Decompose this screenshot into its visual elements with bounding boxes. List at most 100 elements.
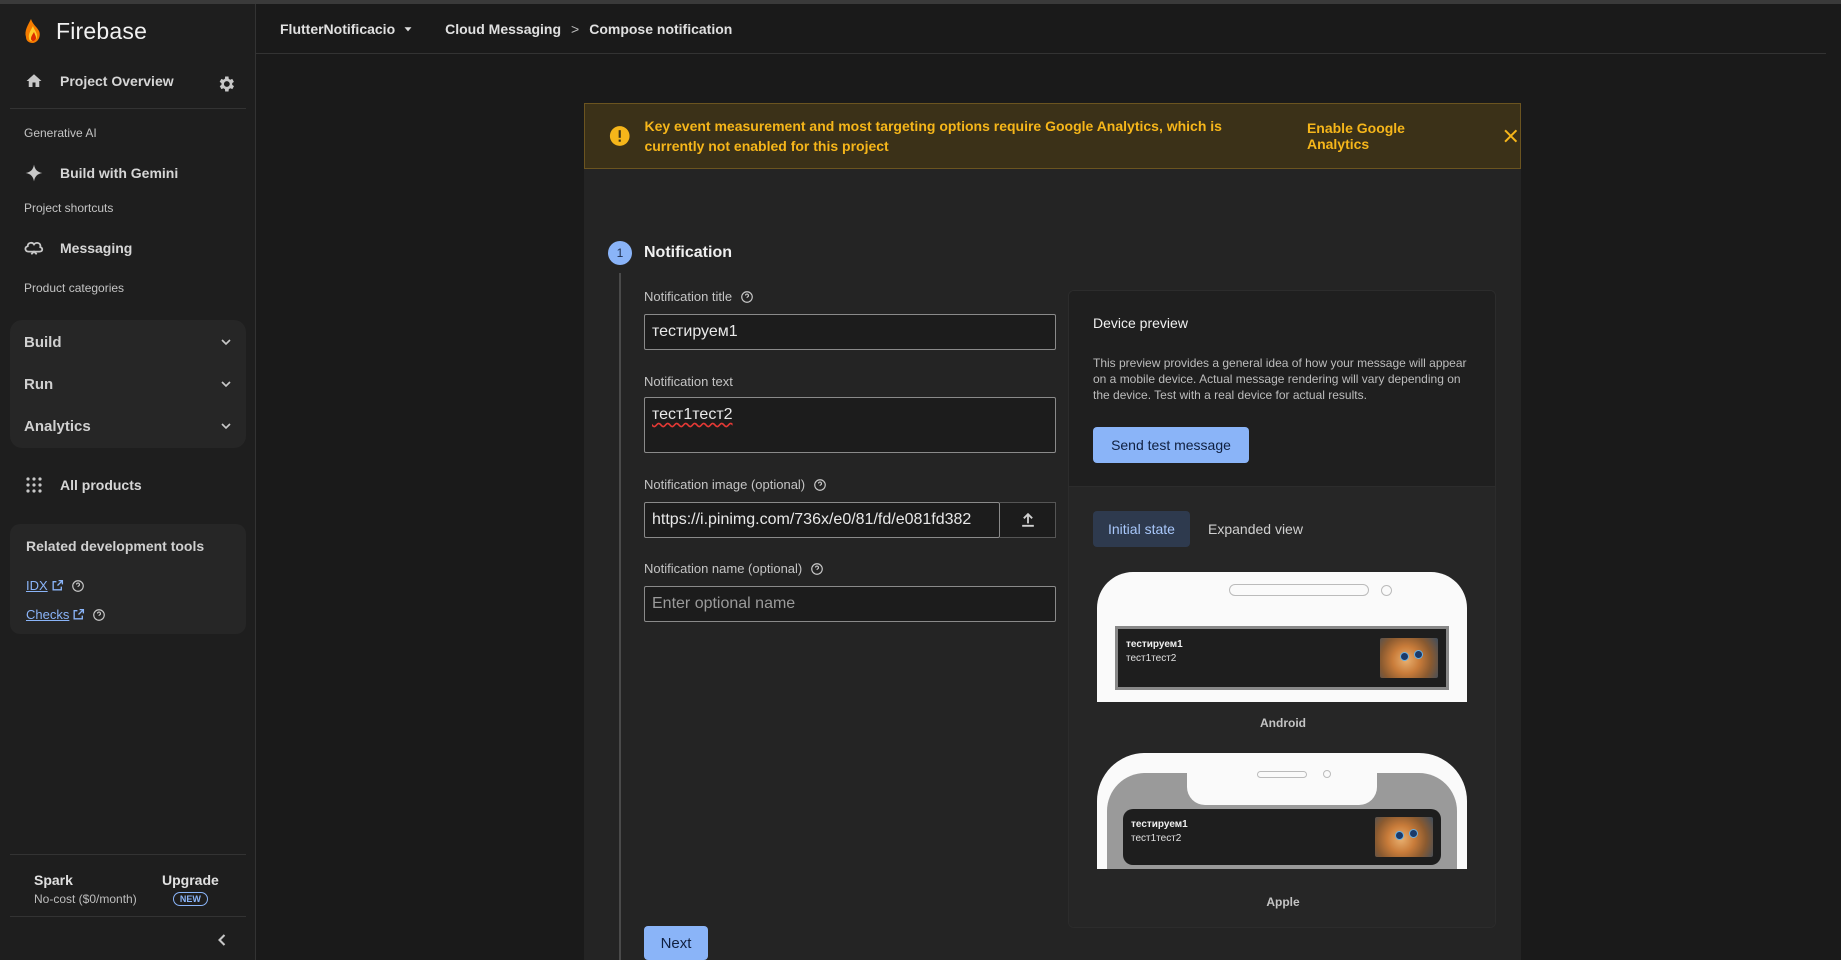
notification-image-url-input[interactable] [644, 502, 1000, 538]
tab-expanded-view[interactable]: Expanded view [1193, 511, 1318, 547]
sidebar-item-label: Messaging [60, 240, 133, 256]
plan-info: Spark No-cost ($0/month) [34, 872, 137, 906]
phone-camera [1323, 770, 1331, 778]
settings-gear-icon[interactable] [216, 74, 238, 96]
grid-apps-icon [22, 473, 46, 497]
field-label-text: Notification name (optional) [644, 561, 803, 576]
field-label-text: Notification image (optional) [644, 477, 806, 492]
breadcrumb: Cloud Messaging > Compose notification [445, 21, 732, 37]
sparkle-icon [22, 161, 46, 185]
phone-speaker [1257, 771, 1307, 778]
section-label-generative-ai: Generative AI [24, 126, 97, 140]
tool-link-idx[interactable]: IDX [26, 578, 85, 593]
sidebar-item-label: All products [60, 477, 142, 493]
sidebar-item-label: Build with Gemini [60, 165, 179, 181]
firebase-logo[interactable]: Firebase [22, 14, 147, 48]
breadcrumb-cloud-messaging[interactable]: Cloud Messaging [445, 21, 561, 37]
home-icon [22, 69, 46, 93]
brand-name: Firebase [56, 17, 148, 44]
upload-image-button[interactable] [1000, 502, 1056, 538]
apple-notification-title: тестируем1 [1131, 819, 1188, 830]
step-title: Notification [644, 244, 732, 261]
field-label-text: Notification title [644, 289, 733, 304]
external-link-icon [52, 579, 63, 591]
collapse-sidebar-chevron-left-icon[interactable] [212, 930, 232, 950]
apple-notification-text: тест1тест2 [1131, 833, 1182, 844]
android-notification-text: тест1тест2 [1126, 653, 1177, 664]
notification-text-input[interactable]: тест1тест2 [644, 397, 1056, 453]
apple-label: Apple [1266, 895, 1300, 909]
send-test-message-button[interactable]: Send test message [1093, 427, 1249, 463]
banner-message: Key event measurement and most targeting… [644, 118, 1222, 154]
breadcrumb-separator: > [571, 20, 580, 37]
device-preview-title: Device preview [1093, 315, 1188, 331]
warning-icon [609, 126, 630, 146]
sidebar-item-messaging[interactable]: Messaging [0, 233, 256, 263]
device-preview-header: Device preview This preview provides a g… [1069, 291, 1495, 487]
step-number-badge: 1 [608, 241, 632, 265]
divider [10, 108, 246, 109]
help-circle-icon[interactable] [810, 562, 824, 576]
product-categories-box: Build Run Analytics [10, 320, 246, 448]
apple-phone-mockup: тестируем1 тест1тест2 [1097, 753, 1467, 869]
step-connector-line [619, 273, 621, 960]
image-detail [1400, 652, 1409, 661]
caret-down-icon [404, 26, 412, 31]
notification-image-thumbnail [1380, 638, 1438, 678]
android-label: Android [1260, 716, 1306, 730]
image-detail [1414, 650, 1423, 659]
category-build[interactable]: Build [10, 322, 246, 362]
android-phone-mockup: тестируем1 тест1тест2 [1097, 572, 1467, 702]
project-name: FlutterNotificacio [280, 20, 396, 37]
category-run[interactable]: Run [10, 364, 246, 404]
image-detail [1395, 831, 1404, 840]
external-link-icon [73, 608, 85, 620]
chevron-down-icon [221, 423, 231, 430]
section-label-project-shortcuts: Project shortcuts [24, 201, 114, 215]
tool-link-checks[interactable]: Checks [26, 607, 106, 622]
help-circle-icon[interactable] [71, 579, 85, 593]
category-analytics[interactable]: Analytics [10, 406, 246, 446]
next-button[interactable]: Next [644, 926, 708, 960]
notification-name-input[interactable] [644, 586, 1056, 622]
plan-cost: No-cost ($0/month) [34, 892, 137, 906]
phone-speaker [1229, 584, 1369, 596]
sidebar-item-all-products[interactable]: All products [0, 470, 256, 500]
new-badge: NEW [172, 892, 208, 906]
enable-google-analytics-link[interactable]: Enable Google Analytics [1307, 120, 1467, 152]
messaging-cloud-icon [22, 236, 46, 260]
notification-image-label: Notification image (optional) [644, 477, 827, 492]
tab-initial-state[interactable]: Initial state [1093, 511, 1190, 547]
divider [10, 916, 246, 917]
android-notification: тестируем1 тест1тест2 [1118, 629, 1446, 687]
category-label: Build [24, 333, 62, 351]
phone-camera [1381, 585, 1392, 596]
device-preview-panel: Device preview This preview provides a g… [1068, 290, 1496, 928]
notification-name-label: Notification name (optional) [644, 561, 824, 576]
tool-link-label: Checks [26, 607, 70, 622]
notification-text-label: Notification text [644, 374, 733, 389]
sidebar-item-build-with-gemini[interactable]: Build with Gemini [0, 158, 256, 188]
apple-notification: тестируем1 тест1тест2 [1123, 809, 1441, 865]
breadcrumb-compose-notification: Compose notification [589, 20, 733, 37]
help-circle-icon[interactable] [813, 478, 827, 492]
upload-icon [1021, 512, 1034, 527]
firebase-flame-icon [25, 19, 40, 43]
notification-title-input[interactable] [644, 314, 1056, 350]
category-label: Run [24, 375, 54, 393]
help-circle-icon[interactable] [740, 290, 754, 304]
notification-title-label: Notification title [644, 289, 754, 304]
tool-link-label: IDX [26, 578, 48, 593]
upgrade-button[interactable]: Upgrade NEW [162, 872, 219, 907]
category-label: Analytics [24, 417, 91, 435]
close-icon[interactable] [1501, 126, 1521, 146]
android-notification-title: тестируем1 [1126, 639, 1183, 650]
help-circle-icon[interactable] [92, 608, 106, 622]
sidebar-item-label: Project Overview [60, 73, 174, 89]
analytics-warning-banner: Key event measurement and most targeting… [584, 103, 1521, 169]
divider [10, 854, 246, 855]
top-header: FlutterNotificacio Cloud Messaging > Com… [256, 4, 1826, 54]
project-switcher[interactable]: FlutterNotificacio [280, 21, 415, 37]
device-preview-description: This preview provides a general idea of … [1093, 356, 1467, 402]
notification-image-thumbnail [1375, 817, 1433, 857]
